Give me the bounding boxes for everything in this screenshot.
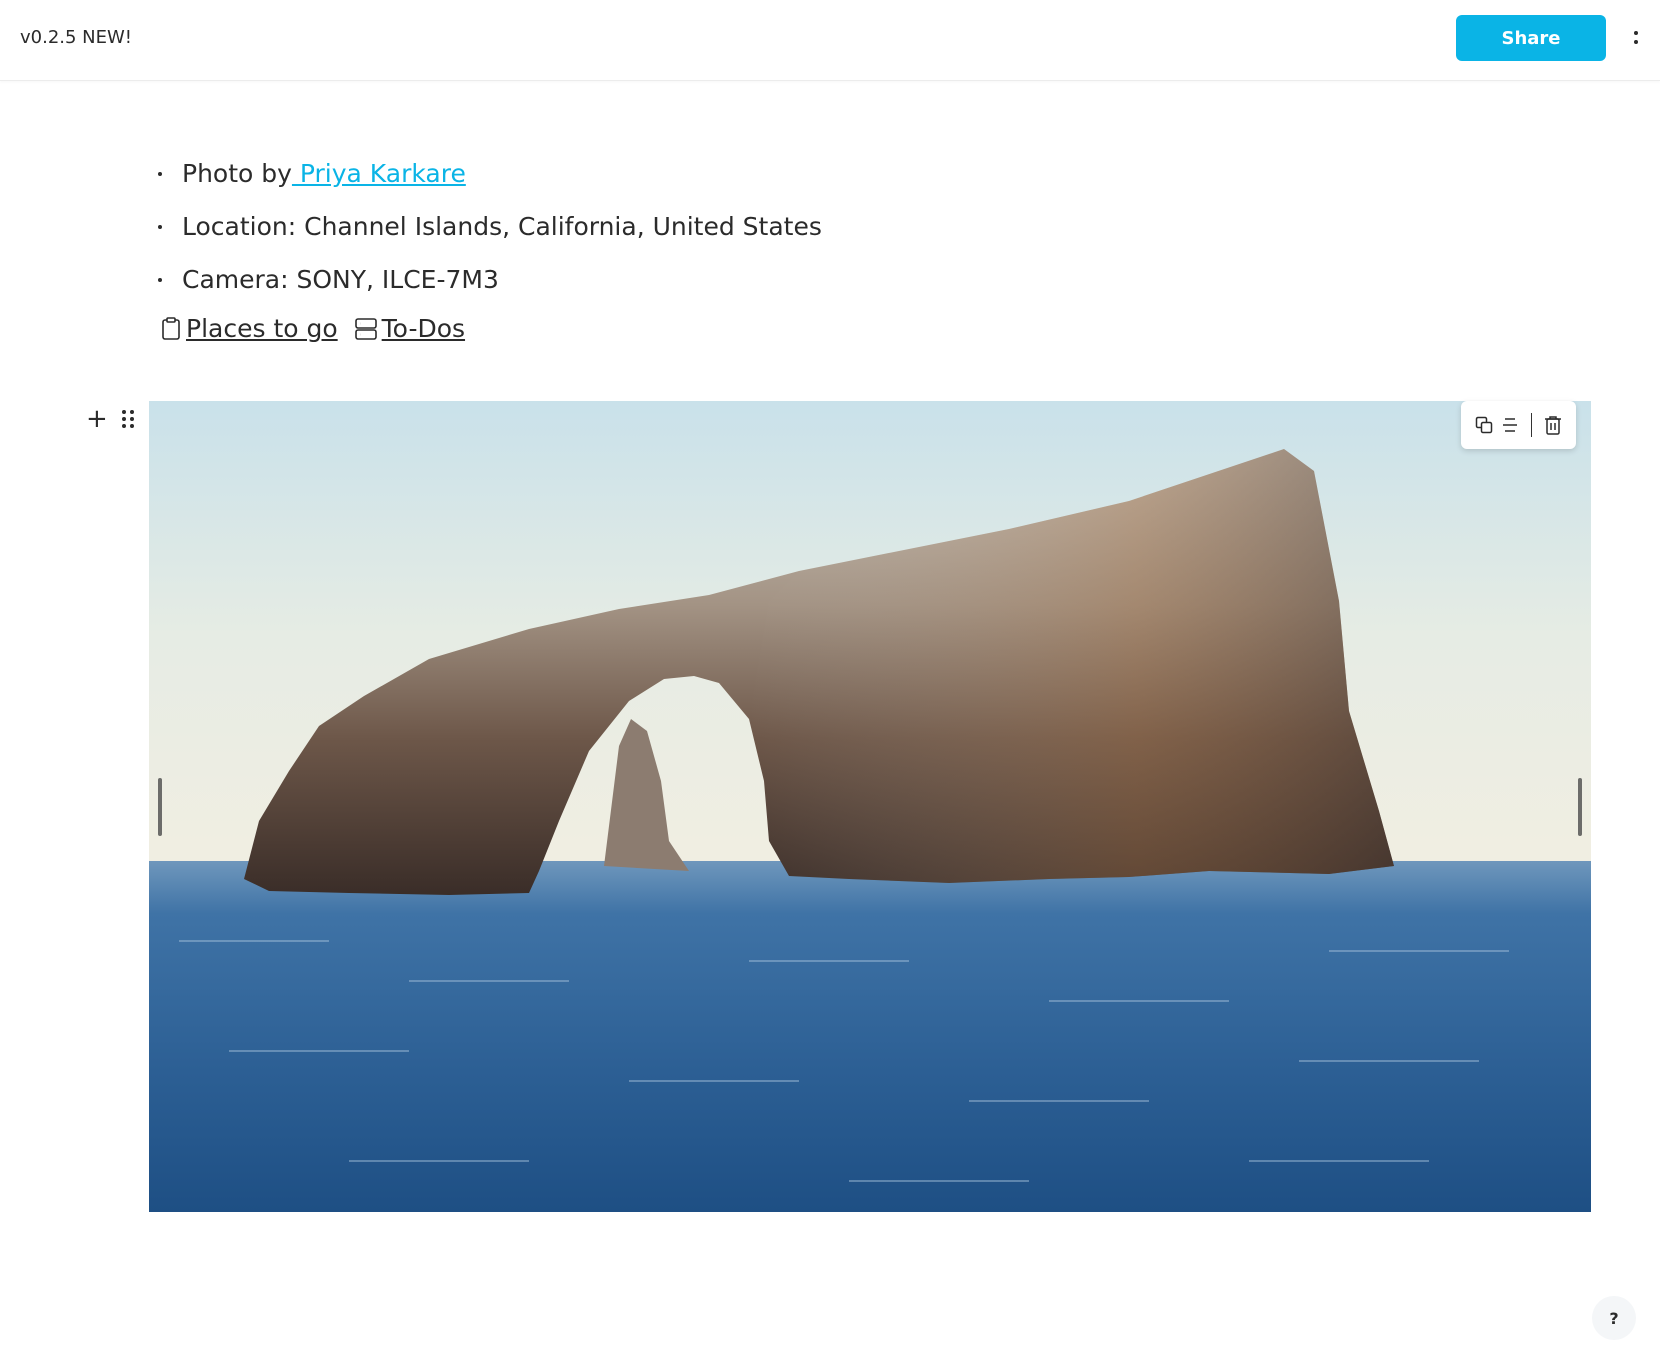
image-toolbar [1461,401,1576,449]
page-link-places-to-go[interactable]: Places to go [160,314,338,343]
bullet-dot [158,172,162,176]
resize-handle-left[interactable] [158,778,162,836]
location-text: Location: Channel Islands, California, U… [182,212,822,241]
clipboard-icon [162,316,180,340]
database-icon [354,317,377,340]
more-vertical-icon[interactable] [1624,22,1648,52]
align-icon[interactable] [1497,412,1523,438]
block-controls: + [86,406,134,432]
share-button[interactable]: Share [1456,15,1606,61]
page-links: Places to go To-Dos [160,314,481,343]
help-button[interactable]: ? [1592,1296,1636,1340]
page-link-to-dos[interactable]: To-Dos [354,314,465,343]
toolbar-divider [1531,413,1532,437]
image-block[interactable] [149,401,1591,1212]
page-link-label: To-Dos [381,314,466,343]
duplicate-icon[interactable] [1471,412,1497,438]
drag-handle-icon[interactable] [121,410,134,428]
plus-icon[interactable]: + [86,406,108,432]
page-link-label: Places to go [186,314,338,343]
author-link[interactable]: Priya Karkare [292,159,466,188]
photo-info-list: Photo by Priya Karkare Location: Channel… [152,156,822,315]
camera-text: Camera: SONY, ILCE-7M3 [182,265,499,294]
resize-handle-right[interactable] [1578,778,1582,836]
bullet-dot [158,278,162,282]
list-item: Camera: SONY, ILCE-7M3 [152,262,822,315]
list-item: Location: Channel Islands, California, U… [152,209,822,262]
top-bar: v0.2.5 NEW! Share [0,0,1660,81]
list-item: Photo by Priya Karkare [152,156,822,209]
arch-rock-photo [149,401,1591,1212]
photo-by-label: Photo by [182,159,292,188]
version-badge[interactable]: v0.2.5 NEW! [20,27,132,48]
bullet-dot [158,225,162,229]
trash-icon[interactable] [1540,412,1566,438]
